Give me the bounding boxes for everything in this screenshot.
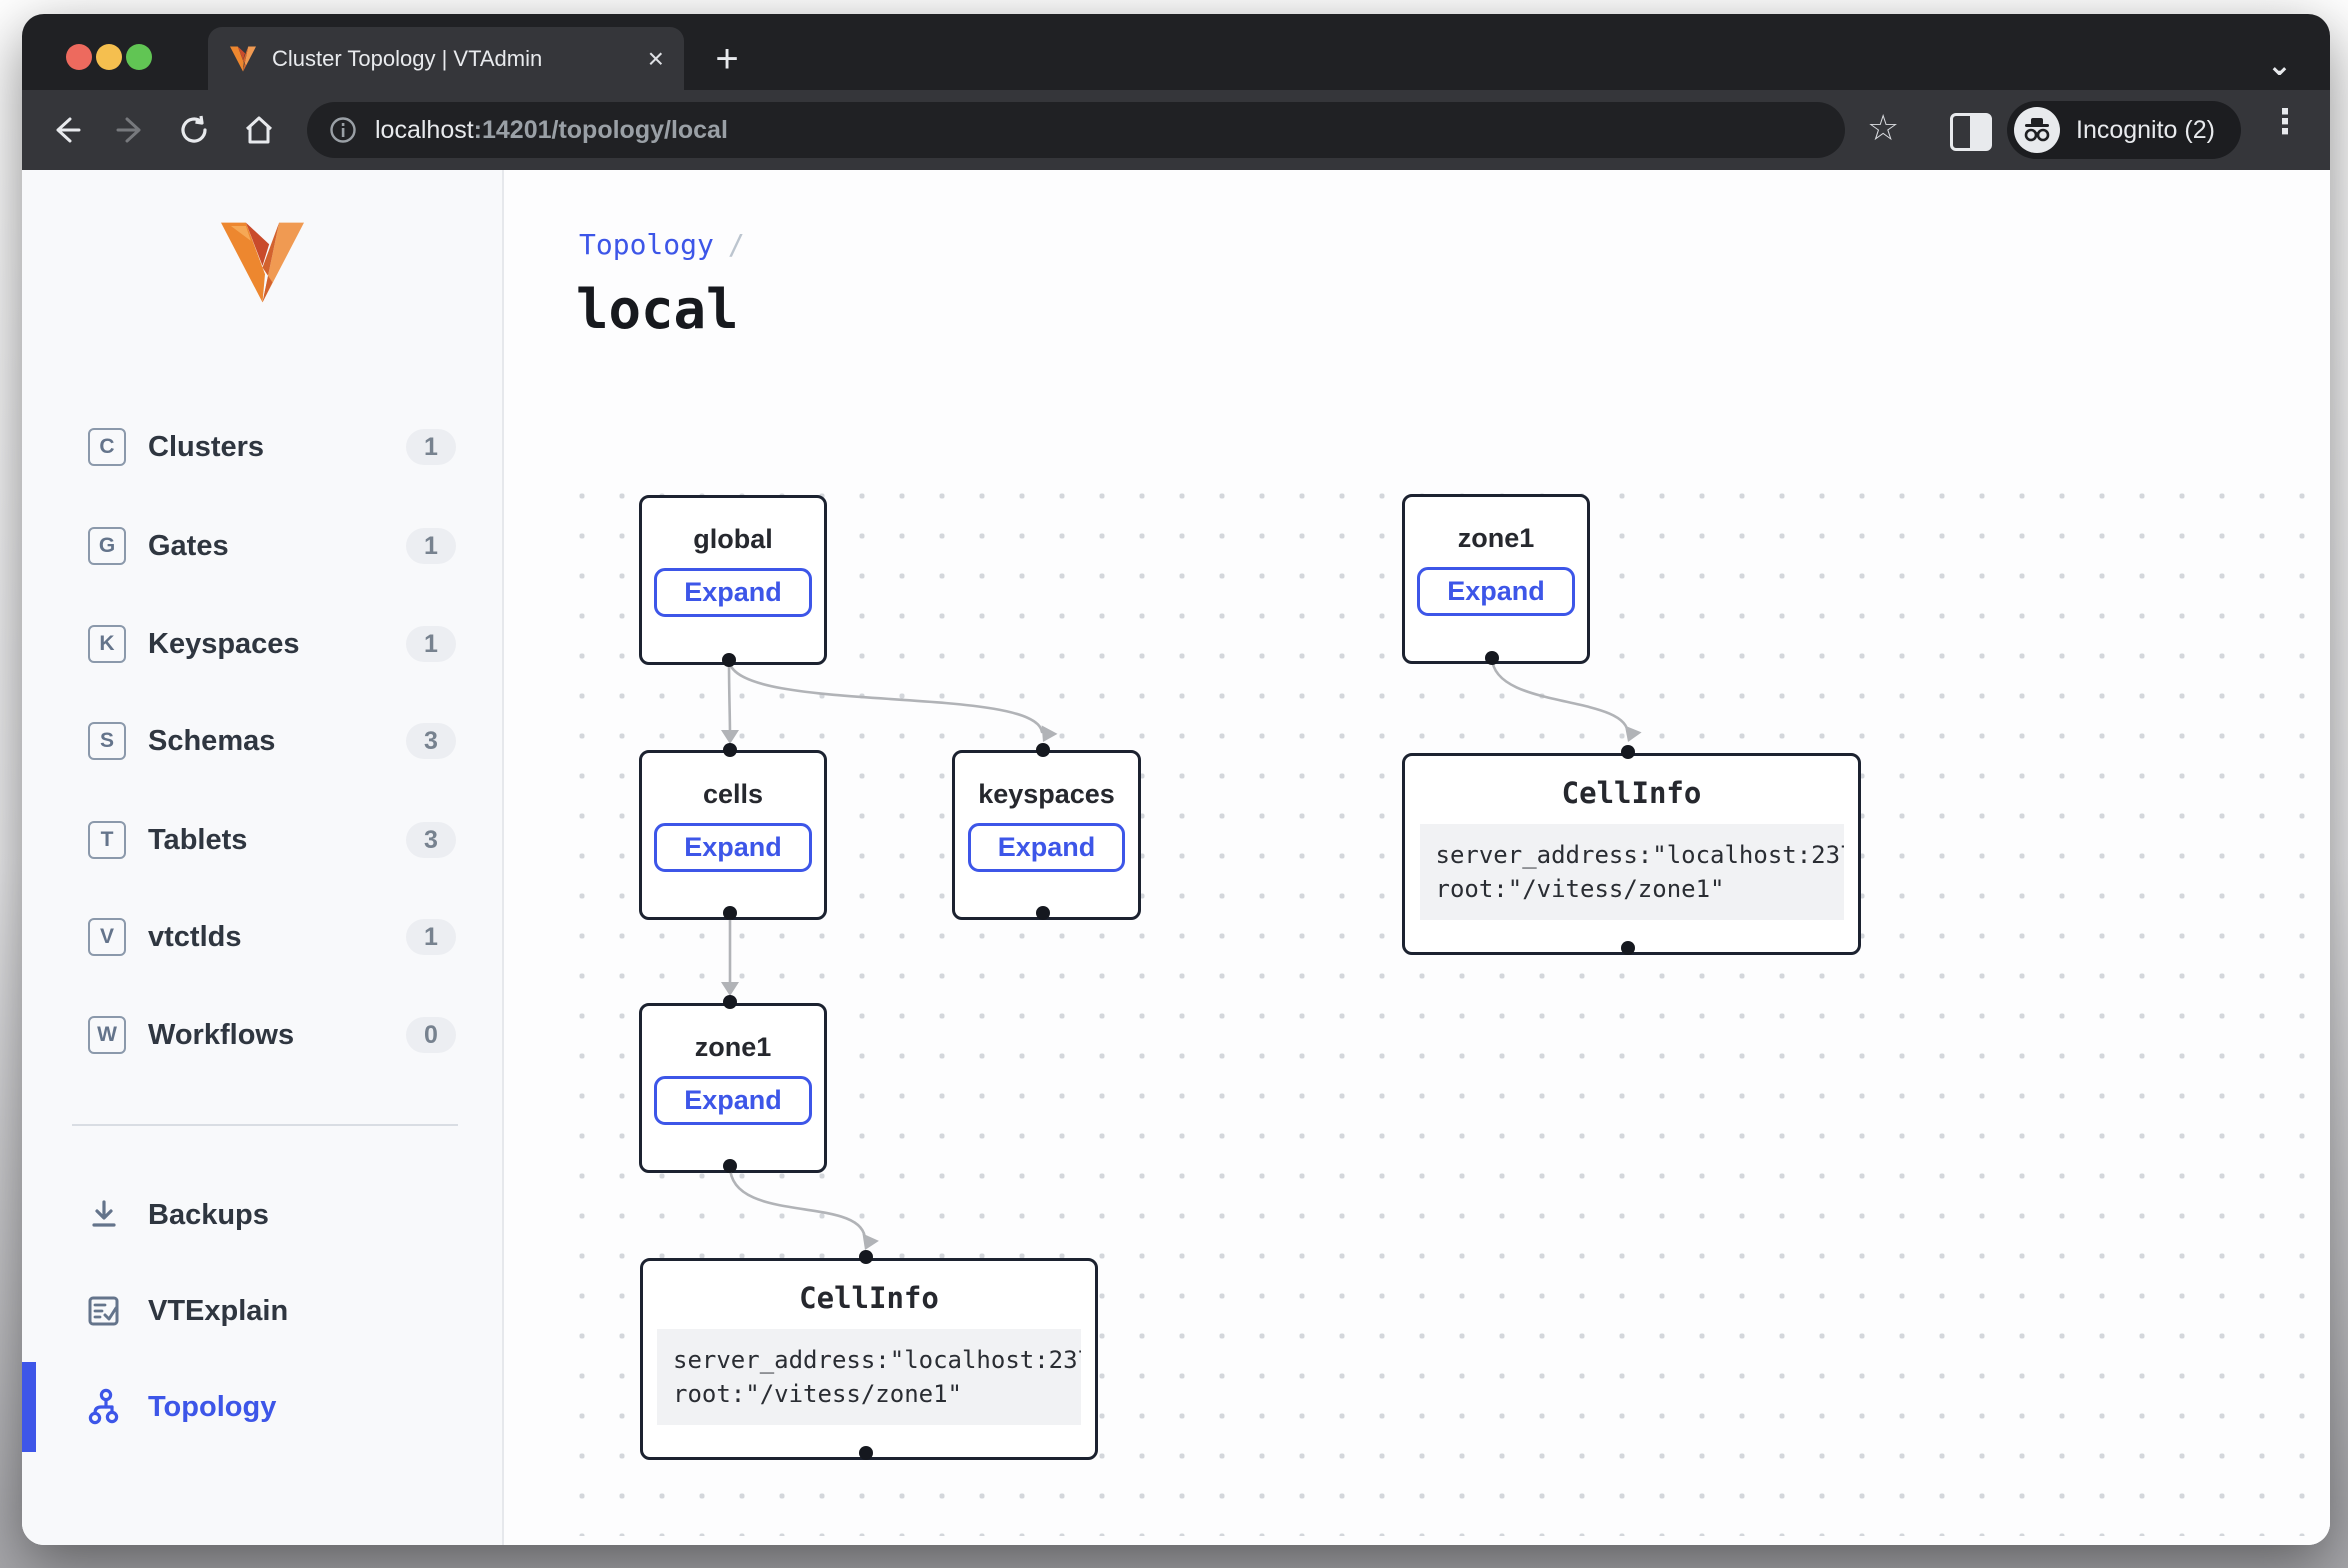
vitess-favicon (230, 46, 256, 72)
browser-window: Cluster Topology | VTAdmin × + ⌄ (22, 14, 2330, 1545)
sidebar-item-label: Keyspaces (148, 628, 300, 661)
vtadmin-app: C Clusters 1 G Gates 1 K Keyspaces 1 S S… (22, 170, 2330, 1545)
active-item-indicator (22, 1362, 36, 1452)
sidebar-item-label: Tablets (148, 824, 247, 857)
screenshot-root: Cluster Topology | VTAdmin × + ⌄ (0, 0, 2348, 1568)
browser-toolbar: localhost:14201/topology/local ☆ Incogni… (22, 90, 2330, 170)
cellinfo-code: server_address:"localhost:2379" root:"/v… (657, 1329, 1081, 1425)
node-title: global (693, 524, 773, 555)
expand-button[interactable]: Expand (654, 823, 812, 872)
keyspaces-letter-icon: K (88, 625, 126, 663)
side-panel-icon[interactable] (1950, 113, 1992, 151)
expand-button[interactable]: Expand (968, 823, 1126, 872)
browser-tab[interactable]: Cluster Topology | VTAdmin × (208, 27, 684, 90)
cellinfo-code: server_address:"localhost:2379" root:"/v… (1420, 824, 1844, 920)
tab-title: Cluster Topology | VTAdmin (272, 46, 542, 72)
sidebar-item-gates[interactable]: G Gates 1 (22, 516, 502, 576)
browser-menu-icon[interactable]: ⋮ (2268, 102, 2302, 142)
node-keyspaces[interactable]: keyspaces Expand (952, 750, 1141, 920)
sidebar-divider (72, 1124, 458, 1126)
download-icon (84, 1195, 124, 1235)
node-cells[interactable]: cells Expand (639, 750, 827, 920)
sidebar-item-label: Gates (148, 530, 229, 563)
incognito-label: Incognito (2) (2076, 116, 2215, 145)
node-title: CellInfo (1562, 776, 1702, 810)
count-badge: 1 (406, 429, 456, 465)
sidebar-item-vtctlds[interactable]: V vtctlds 1 (22, 907, 502, 967)
vitess-logo (221, 222, 304, 303)
expand-button[interactable]: Expand (654, 568, 812, 617)
node-cellinfo-right[interactable]: CellInfo server_address:"localhost:2379"… (1402, 753, 1861, 955)
sidebar-item-label: Schemas (148, 725, 275, 758)
page-title: local (576, 278, 739, 341)
incognito-spy-icon (2014, 107, 2060, 153)
expand-button[interactable]: Expand (1417, 567, 1575, 616)
count-badge: 3 (406, 723, 456, 759)
tablets-letter-icon: T (88, 821, 126, 859)
maximize-window-button[interactable] (126, 44, 152, 70)
expand-button[interactable]: Expand (654, 1076, 812, 1125)
sidebar: C Clusters 1 G Gates 1 K Keyspaces 1 S S… (22, 170, 504, 1545)
address-bar[interactable]: localhost:14201/topology/local (307, 102, 1845, 158)
sidebar-item-vtexplain[interactable]: VTExplain (22, 1281, 502, 1341)
reload-button[interactable] (174, 110, 214, 150)
count-badge: 1 (406, 626, 456, 662)
node-title: cells (703, 779, 763, 810)
node-title: zone1 (1458, 523, 1535, 554)
sidebar-item-keyspaces[interactable]: K Keyspaces 1 (22, 614, 502, 674)
tab-close-icon[interactable]: × (648, 45, 664, 73)
node-zone1-bottom[interactable]: zone1 Expand (639, 1003, 827, 1173)
url-host: localhost (375, 116, 474, 145)
tab-search-chevron-icon[interactable]: ⌄ (2267, 48, 2292, 83)
sidebar-item-label: Topology (148, 1391, 276, 1424)
sidebar-item-topology[interactable]: Topology (22, 1377, 502, 1437)
gates-letter-icon: G (88, 527, 126, 565)
schemas-letter-icon: S (88, 722, 126, 760)
sidebar-item-clusters[interactable]: C Clusters 1 (22, 417, 502, 477)
sidebar-item-label: VTExplain (148, 1295, 288, 1328)
count-badge: 0 (406, 1017, 456, 1053)
sidebar-item-label: Clusters (148, 431, 264, 464)
bookmark-star-icon[interactable]: ☆ (1867, 107, 1899, 149)
breadcrumb-separator: / (728, 228, 745, 261)
new-tab-button[interactable]: + (700, 32, 754, 86)
node-title: CellInfo (799, 1281, 939, 1315)
count-badge: 3 (406, 822, 456, 858)
breadcrumb: Topology / (579, 228, 745, 261)
site-info-icon[interactable] (329, 116, 357, 144)
sidebar-item-backups[interactable]: Backups (22, 1185, 502, 1245)
sidebar-item-schemas[interactable]: S Schemas 3 (22, 711, 502, 771)
clusters-letter-icon: C (88, 428, 126, 466)
sidebar-item-label: Backups (148, 1199, 269, 1232)
node-zone1-top[interactable]: zone1 Expand (1402, 494, 1590, 664)
node-title: keyspaces (978, 779, 1115, 810)
vtctlds-letter-icon: V (88, 918, 126, 956)
breadcrumb-topology-link[interactable]: Topology (579, 228, 714, 261)
count-badge: 1 (406, 919, 456, 955)
sidebar-item-tablets[interactable]: T Tablets 3 (22, 810, 502, 870)
tab-strip: Cluster Topology | VTAdmin × + ⌄ (22, 14, 2330, 90)
back-button[interactable] (46, 110, 86, 150)
home-button[interactable] (239, 110, 279, 150)
node-global[interactable]: global Expand (639, 495, 827, 665)
sidebar-item-label: vtctlds (148, 921, 241, 954)
forward-button[interactable] (111, 110, 151, 150)
sidebar-item-workflows[interactable]: W Workflows 0 (22, 1005, 502, 1065)
url-path: :14201/topology/local (474, 116, 728, 145)
node-cellinfo-bottom[interactable]: CellInfo server_address:"localhost:2379"… (640, 1258, 1098, 1460)
count-badge: 1 (406, 528, 456, 564)
document-check-icon (84, 1291, 124, 1331)
workflows-letter-icon: W (88, 1016, 126, 1054)
node-title: zone1 (695, 1032, 772, 1063)
main-content: Topology / local global Expand zone1 Expa… (504, 170, 2330, 1545)
sidebar-item-label: Workflows (148, 1019, 294, 1052)
minimize-window-button[interactable] (96, 44, 122, 70)
incognito-badge[interactable]: Incognito (2) (2007, 101, 2241, 159)
org-chart-icon (84, 1387, 124, 1427)
close-window-button[interactable] (66, 44, 92, 70)
